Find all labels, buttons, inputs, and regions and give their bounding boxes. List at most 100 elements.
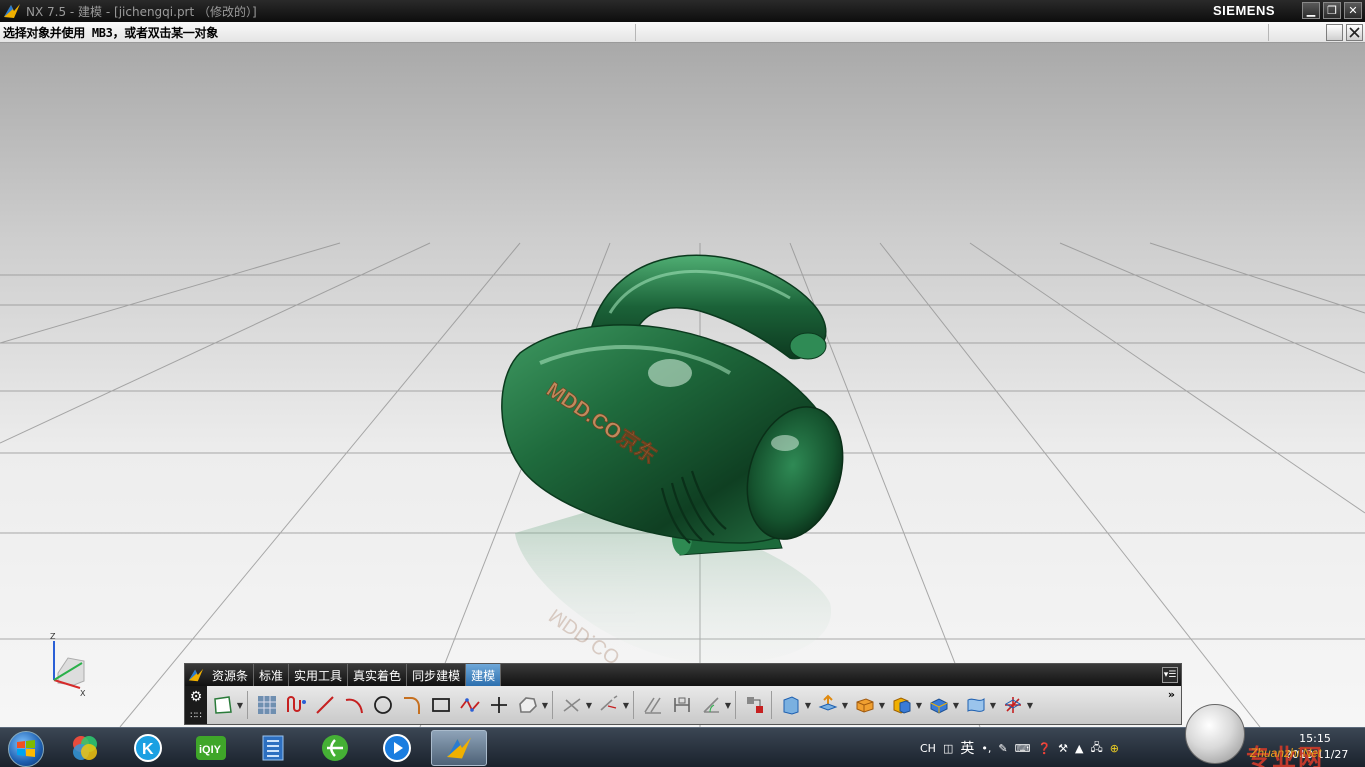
pinwheel-icon — [73, 736, 97, 760]
spline-icon — [460, 698, 480, 712]
fillet-button[interactable] — [399, 692, 425, 718]
taskbar-app-browser[interactable] — [307, 730, 363, 766]
show-hidden-icons-icon[interactable]: ▲ — [1075, 742, 1083, 755]
circle-icon — [374, 696, 392, 714]
toolbar-settings[interactable]: ⚙ ∷∷ — [185, 686, 207, 724]
move-object-button[interactable] — [1000, 692, 1026, 718]
arc-button[interactable] — [341, 692, 367, 718]
sketch-button[interactable] — [210, 692, 236, 718]
block-button[interactable] — [852, 692, 878, 718]
taskbar-app-photos[interactable] — [57, 730, 113, 766]
boolean-button[interactable] — [889, 692, 915, 718]
toolbar-options-button[interactable]: ▾☰ — [1162, 667, 1178, 683]
prompt-bar: 选择对象并使用 MB3，或者双击某一对象 — [0, 22, 1365, 43]
block-icon — [856, 698, 874, 713]
circle-button[interactable] — [370, 692, 396, 718]
constraint-display-button[interactable] — [742, 692, 768, 718]
watermark-ball-logo — [1185, 704, 1245, 764]
surface-button[interactable] — [963, 692, 989, 718]
ribbon-toolbar: 资源条 标准 实用工具 真实着色 同步建模 建模 ▾☰ ⚙ ∷∷ ▼ ▼ ▼ ▼… — [184, 663, 1182, 725]
taskbar-app-media-player[interactable] — [369, 730, 425, 766]
network-icon[interactable]: 🖧 — [1091, 739, 1103, 758]
taskbar-app-k-player[interactable]: K — [120, 730, 176, 766]
chevron-down-icon[interactable]: ▼ — [724, 701, 732, 710]
chevron-down-icon[interactable]: ▼ — [1026, 701, 1034, 710]
svg-text:Z: Z — [50, 632, 56, 641]
quick-extend-button[interactable] — [596, 692, 622, 718]
chevron-down-icon[interactable]: ▼ — [915, 701, 923, 710]
taskbar: K iQIY CH ◫ 英 •, ✎ ⌨ ❓ ⚒ ▲ 🖧 ⊕ 15:15 201… — [0, 727, 1365, 767]
line-button[interactable] — [312, 692, 338, 718]
taskbar-app-nx[interactable] — [431, 730, 487, 766]
ime-icon[interactable]: ◫ — [943, 742, 953, 755]
update-icon[interactable]: ⊕ — [1110, 742, 1119, 755]
graphics-viewport[interactable]: MDD.CO MDD.CO京东 Z X — [0, 43, 1365, 727]
polygon-button[interactable] — [515, 692, 541, 718]
tab-true-shading[interactable]: 真实着色 — [348, 664, 408, 686]
gear-icon: ⚙ — [189, 689, 203, 705]
dimension-button[interactable] — [669, 692, 695, 718]
taskbar-app-explorer[interactable] — [245, 730, 301, 766]
chevron-down-icon[interactable]: ▼ — [989, 701, 997, 710]
chevron-down-icon[interactable]: ▼ — [236, 701, 244, 710]
tab-strip: 资源条 标准 实用工具 真实着色 同步建模 建模 ▾☰ — [185, 664, 1181, 686]
taskbar-app-iqiyi[interactable]: iQIY — [183, 730, 239, 766]
scene: MDD.CO MDD.CO京东 Z X — [0, 242, 1365, 727]
constraints-button[interactable] — [640, 692, 666, 718]
angle-icon — [703, 697, 719, 713]
rectangle-button[interactable] — [428, 692, 454, 718]
tray-tools-icon[interactable]: ⚒ — [1058, 742, 1068, 755]
unite-icon — [893, 697, 911, 714]
angular-dimension-button[interactable] — [698, 692, 724, 718]
minimize-icon: ▁ — [1306, 4, 1316, 17]
keyboard-icon[interactable]: ⌨ — [1015, 742, 1031, 755]
extrude-button[interactable] — [815, 692, 841, 718]
polygon-icon — [519, 697, 537, 713]
ime-language-indicator[interactable]: CH — [920, 742, 936, 755]
chevron-down-icon[interactable]: ▼ — [878, 701, 886, 710]
plus-icon — [491, 697, 507, 713]
minimize-button[interactable]: ▁ — [1302, 2, 1320, 19]
axis-triad[interactable]: Z X — [50, 632, 86, 698]
film-strip-icon — [262, 735, 284, 761]
status-view-button[interactable] — [1326, 24, 1343, 41]
chevron-down-icon[interactable]: ▼ — [804, 701, 812, 710]
tab-standard[interactable]: 标准 — [254, 664, 290, 686]
arc-icon — [345, 698, 363, 714]
title-bar: NX 7.5 - 建模 - [jichengqi.prt （修改的）] SIEM… — [0, 0, 1365, 22]
studio-spline-button[interactable] — [457, 692, 483, 718]
sketch-grid-button[interactable] — [254, 692, 280, 718]
status-close-button[interactable] — [1346, 24, 1363, 41]
chevron-down-icon[interactable]: ▼ — [585, 701, 593, 710]
ime-mode-indicator[interactable]: 英 — [960, 738, 974, 758]
shell-button[interactable] — [926, 692, 952, 718]
nx-menu-icon[interactable] — [185, 664, 207, 686]
chevron-down-icon[interactable]: ▼ — [541, 701, 549, 710]
help-icon[interactable]: ❓ — [1037, 742, 1051, 755]
point-button[interactable] — [486, 692, 512, 718]
tab-resource-bar[interactable]: 资源条 — [207, 664, 255, 686]
profile-button[interactable] — [283, 692, 309, 718]
toolbar-overflow-button[interactable]: » — [1168, 688, 1175, 701]
start-button[interactable] — [8, 731, 44, 767]
quick-trim-button[interactable] — [559, 692, 585, 718]
chevron-down-icon[interactable]: ▼ — [841, 701, 849, 710]
tab-utilities[interactable]: 实用工具 — [289, 664, 349, 686]
brand-logo: SIEMENS — [1213, 3, 1276, 18]
chevron-down-icon[interactable]: ▼ — [622, 701, 630, 710]
extend-icon — [600, 695, 618, 711]
restore-button[interactable]: ❐ — [1323, 2, 1341, 19]
tab-modeling[interactable]: 建模 — [466, 664, 502, 686]
divider — [771, 691, 772, 719]
tab-synchronous-modeling[interactable]: 同步建模 — [407, 664, 467, 686]
nx-logo-icon — [4, 4, 20, 18]
chevron-down-icon[interactable]: ▼ — [952, 701, 960, 710]
divider — [633, 691, 634, 719]
svg-text:K: K — [142, 741, 154, 758]
grid-icon — [258, 696, 276, 714]
brush-icon[interactable]: ✎ — [998, 742, 1007, 755]
datum-plane-button[interactable] — [778, 692, 804, 718]
close-button[interactable]: ✕ — [1344, 2, 1362, 19]
punctuation-icon[interactable]: •, — [981, 742, 991, 755]
tool-row: ⚙ ∷∷ ▼ ▼ ▼ ▼ ▼ ▼ ▼ ▼ ▼ ▼ ▼ ▼ » — [185, 686, 1181, 724]
